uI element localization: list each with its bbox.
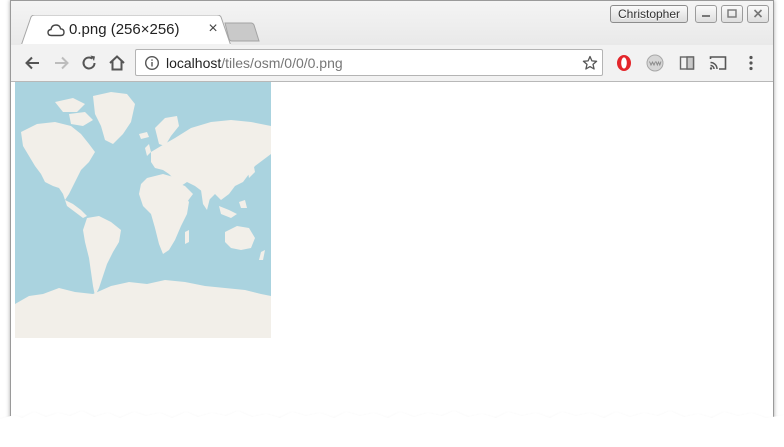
address-bar[interactable]: localhost/tiles/osm/0/0/0.png <box>135 49 603 76</box>
minimize-icon <box>702 15 710 17</box>
home-icon <box>109 55 125 71</box>
close-icon <box>753 9 763 18</box>
torn-edge-decoration <box>0 411 784 447</box>
star-icon[interactable] <box>582 55 598 76</box>
www-extension-button[interactable] <box>645 53 665 73</box>
opera-extension-button[interactable] <box>614 53 634 73</box>
cloud-icon <box>47 23 65 37</box>
url-host: localhost <box>166 55 222 71</box>
restore-icon <box>727 9 737 18</box>
home-button[interactable] <box>107 53 127 73</box>
reader-icon <box>679 56 695 70</box>
tab-title: 0.png (256×256) <box>69 21 180 38</box>
kebab-menu-icon <box>749 55 753 71</box>
menu-button[interactable] <box>741 53 761 73</box>
profile-button[interactable]: Christopher <box>610 5 688 23</box>
www-icon <box>646 54 664 72</box>
arrow-left-icon <box>25 56 39 70</box>
tab-strip: 0.png (256×256) × Christopher <box>11 1 773 46</box>
info-icon[interactable] <box>144 55 160 76</box>
tab-active[interactable]: 0.png (256×256) × <box>21 15 231 46</box>
reader-extension-button[interactable] <box>677 53 697 73</box>
reload-icon <box>82 55 96 70</box>
tab-close-button[interactable]: × <box>206 21 220 37</box>
reload-button[interactable] <box>79 53 99 73</box>
map-tile-image <box>15 82 271 338</box>
new-tab-button[interactable] <box>224 22 260 42</box>
toolbar: localhost/tiles/osm/0/0/0.png <box>11 45 773 82</box>
url-text[interactable]: localhost/tiles/osm/0/0/0.png <box>166 55 343 71</box>
browser-window: 0.png (256×256) × Christopher localhost/… <box>10 0 774 429</box>
opera-icon <box>617 55 631 71</box>
screenshot-page: 0.png (256×256) × Christopher localhost/… <box>0 0 784 447</box>
restore-button[interactable] <box>721 5 743 23</box>
page-content <box>11 82 773 429</box>
minimize-button[interactable] <box>695 5 717 23</box>
back-button[interactable] <box>23 53 43 73</box>
window-close-button[interactable] <box>747 5 769 23</box>
arrow-right-icon <box>55 56 69 70</box>
forward-button[interactable] <box>51 53 71 73</box>
cast-icon <box>709 56 727 70</box>
url-path: /tiles/osm/0/0/0.png <box>221 55 343 71</box>
cast-button[interactable] <box>708 53 728 73</box>
world-map-tile <box>15 82 271 338</box>
